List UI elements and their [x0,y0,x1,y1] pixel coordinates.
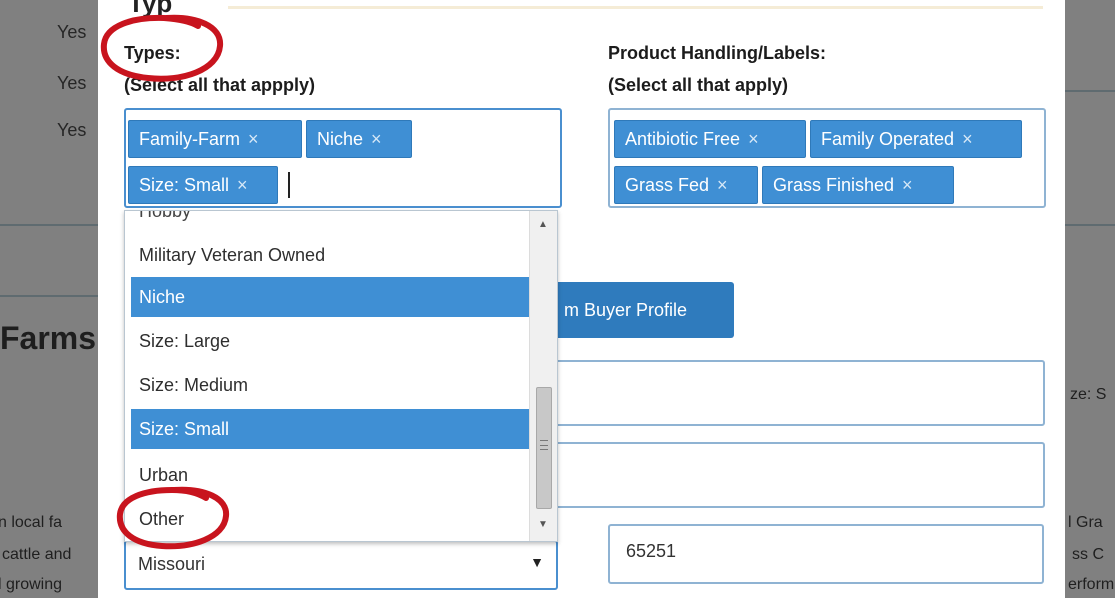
tag-label: Family-Farm [139,129,240,149]
scroll-down-arrow-icon[interactable]: ▼ [538,519,548,530]
types-multiselect[interactable]: Family-Farm × Niche × Size: Small × [124,108,562,208]
handling-label: Product Handling/Labels: [608,43,827,63]
tag-family-farm: Family-Farm × [128,120,302,158]
dropdown-option-size-small[interactable]: Size: Small [131,409,529,449]
scroll-up-arrow-icon[interactable]: ▲ [538,219,548,230]
dropdown-option-other[interactable]: Other [131,499,529,539]
dropdown-option-partial[interactable]: Hobby [139,211,191,222]
submit-buyer-profile-button[interactable]: m Buyer Profile [548,282,734,338]
background-yes-1: Yes [57,22,87,42]
dropdown-scrollbar[interactable]: ▲ ▼ [529,211,557,541]
text-cursor [288,172,290,198]
types-dropdown-list[interactable]: Hobby Military Veteran Owned Niche Size:… [124,210,558,542]
remove-tag-icon[interactable]: × [248,121,259,157]
background-section-heading: Farms [0,320,97,356]
remove-tag-icon[interactable]: × [962,121,973,157]
tag-label: Grass Finished [773,175,895,195]
tag-family-operated: Family Operated × [810,120,1022,158]
dropdown-option-size-medium[interactable]: Size: Medium [131,365,529,405]
tag-label: Grass Fed [625,175,710,195]
dropdown-option-urban[interactable]: Urban [131,455,529,495]
background-text: n local fa [0,514,63,531]
background-divider [0,224,98,226]
tag-grass-finished: Grass Finished × [762,166,954,204]
state-select[interactable]: Missouri ▼ [124,540,558,590]
remove-tag-icon[interactable]: × [371,121,382,157]
submit-button-label: m Buyer Profile [564,300,688,320]
tag-grass-fed: Grass Fed × [614,166,758,204]
dropdown-option-military-veteran-owned[interactable]: Military Veteran Owned [131,235,529,275]
tag-label: Niche [317,129,364,149]
remove-tag-icon[interactable]: × [902,167,913,203]
background-text: cattle and [2,546,72,563]
handling-sublabel: (Select all that apply) [608,75,789,95]
tag-niche: Niche × [306,120,412,158]
background-text: l Gra [1068,514,1103,531]
remove-tag-icon[interactable]: × [237,167,248,203]
state-select-value: Missouri [138,554,206,574]
grip-icon [540,440,548,450]
dropdown-option-niche[interactable]: Niche [131,277,529,317]
background-divider [0,295,98,297]
background-text: l growing [0,576,63,593]
chevron-down-icon: ▼ [530,554,544,570]
background-text: ze: S [1070,386,1107,403]
modal-title-partial: Typ [128,0,173,18]
background-text: erform [1068,576,1115,593]
modal-header-divider [228,6,1043,9]
scrollbar-thumb[interactable] [536,387,552,509]
zip-input[interactable]: 65251 [608,524,1044,584]
background-text: ss C [1072,546,1104,563]
remove-tag-icon[interactable]: × [748,121,759,157]
types-label: Types: [124,43,181,63]
tag-label: Family Operated [821,129,955,149]
remove-tag-icon[interactable]: × [717,167,728,203]
zip-value: 65251 [626,541,677,561]
tag-label: Antibiotic Free [625,129,741,149]
handling-multiselect[interactable]: Antibiotic Free × Family Operated × Grass … [608,108,1046,208]
tag-antibiotic-free: Antibiotic Free × [614,120,806,158]
background-yes-3: Yes [57,120,87,140]
tag-label: Size: Small [139,175,230,195]
background-divider [1065,224,1115,226]
background-divider [1065,90,1115,92]
tag-size-small: Size: Small × [128,166,278,204]
dropdown-option-size-large[interactable]: Size: Large [131,321,529,361]
background-yes-2: Yes [57,73,87,93]
types-sublabel: (Select all that appply) [124,75,316,95]
